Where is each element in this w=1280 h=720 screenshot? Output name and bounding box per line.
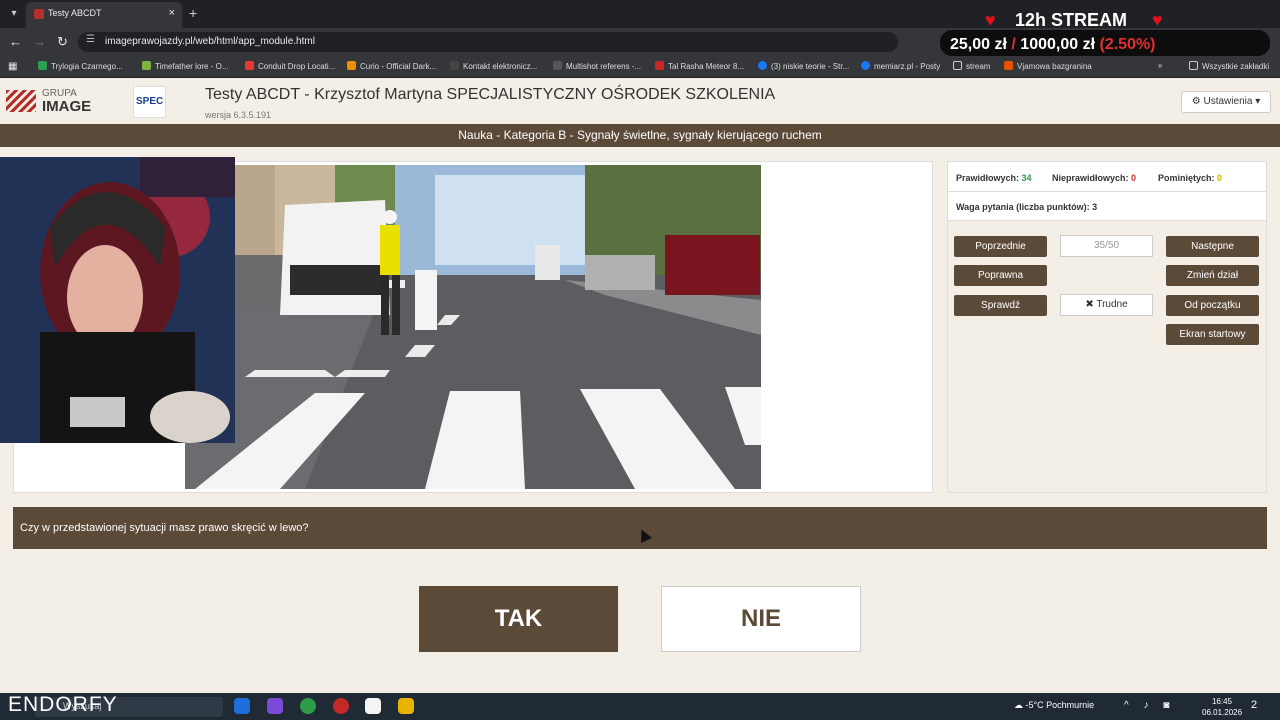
bookmark-item[interactable]: Curio - Official Dark... bbox=[347, 61, 436, 71]
bookmarks-overflow-icon[interactable]: » bbox=[1158, 61, 1162, 70]
new-tab-icon[interactable]: + bbox=[189, 5, 197, 21]
tab-title: Testy ABCDT bbox=[48, 8, 102, 18]
cloud-icon: ☁ bbox=[1014, 700, 1023, 710]
logo-stripes-icon bbox=[6, 90, 36, 112]
notifications-icon[interactable]: 2 bbox=[1251, 699, 1257, 711]
forward-icon[interactable]: → bbox=[33, 34, 46, 50]
weather-widget[interactable]: ☁ -5°C Pochmurnie bbox=[1014, 700, 1094, 711]
back-icon[interactable]: ← bbox=[9, 34, 22, 50]
show-correct-button[interactable]: Poprawna bbox=[954, 265, 1047, 286]
app-taskbar-icon[interactable] bbox=[365, 698, 381, 714]
site-info-icon[interactable]: ☰ bbox=[86, 34, 95, 45]
grupa-image-logo: GRUPA IMAGE bbox=[6, 88, 96, 116]
skipped-count: Pominiętych: 0 bbox=[1158, 173, 1223, 183]
tab-list-chevron-icon[interactable]: ▾ bbox=[6, 6, 22, 22]
app-version: wersja 6.3.5.191 bbox=[205, 110, 272, 120]
tab-favicon-icon bbox=[34, 9, 44, 19]
heart-icon: ♥ bbox=[985, 10, 996, 30]
bookmark-item[interactable]: Trylogia Czarnego... bbox=[38, 61, 123, 71]
next-button[interactable]: Następne bbox=[1166, 236, 1259, 257]
bookmark-item[interactable]: Timefather lore - O... bbox=[142, 61, 229, 71]
change-section-button[interactable]: Zmień dział bbox=[1166, 265, 1259, 286]
tab-close-icon[interactable]: × bbox=[169, 7, 175, 19]
answer-yes-button[interactable]: TAK bbox=[419, 586, 618, 652]
previous-button[interactable]: Poprzednie bbox=[954, 236, 1047, 257]
question-image bbox=[185, 165, 761, 489]
correct-count: Prawidłowych: 34 bbox=[956, 173, 1032, 183]
settings-dropdown-button[interactable]: ⚙ Ustawienia ▾ bbox=[1181, 91, 1271, 113]
score-summary: Prawidłowych: 34 Nieprawidłowych: 0 Pomi… bbox=[948, 162, 1266, 192]
app-header: GRUPA IMAGE SPEC Testy ABCDT - Krzysztof… bbox=[0, 78, 1280, 124]
caret-down-icon: ▾ bbox=[1255, 96, 1261, 107]
endorfy-logo: ENDORFY bbox=[8, 693, 118, 716]
system-tray-icons[interactable]: ^ ♪ ◙ bbox=[1124, 700, 1175, 711]
bookmarks-bar: ▦ Trylogia Czarnego... Timefather lore -… bbox=[0, 56, 1280, 78]
answer-no-button[interactable]: NIE bbox=[661, 586, 861, 652]
apps-grid-icon[interactable]: ▦ bbox=[8, 59, 17, 75]
stream-goal-amount: 25,00 zł / 1000,00 zł (2.50%) bbox=[950, 36, 1156, 53]
bookmark-item[interactable]: (3) niskie teorie - Str... bbox=[758, 61, 849, 71]
url-text[interactable]: imageprawojazdy.pl/web/html/app_module.h… bbox=[105, 36, 315, 47]
wrong-count: Nieprawidłowych: 0 bbox=[1052, 173, 1137, 183]
close-icon: ✖ bbox=[1085, 299, 1094, 310]
webcam-overlay bbox=[0, 157, 235, 443]
question-weight: Waga pytania (liczba punktów): 3 bbox=[948, 192, 1266, 221]
all-bookmarks-folder[interactable]: Wszystkie zakładki bbox=[1189, 61, 1269, 71]
browser-tab[interactable]: Testy ABCDT × bbox=[26, 2, 182, 28]
restart-button[interactable]: Od początku bbox=[1166, 295, 1259, 316]
reload-icon[interactable]: ↻ bbox=[57, 34, 68, 50]
stream-goal-overlay: ♥ 12h STREAM ♥ 25,00 zł / 1000,00 zł (2.… bbox=[895, 4, 1280, 56]
gear-icon: ⚙ bbox=[1191, 96, 1201, 107]
app-taskbar-icon[interactable] bbox=[234, 698, 250, 714]
bookmark-item[interactable]: Vjamowa bazgranina bbox=[1004, 61, 1092, 71]
start-screen-button[interactable]: Ekran startowy bbox=[1166, 324, 1259, 345]
taskbar: Wyszukaj ENDORFY ☁ -5°C Pochmurnie ^ ♪ ◙… bbox=[0, 693, 1280, 720]
hard-toggle-button[interactable]: ✖ Trudne bbox=[1060, 294, 1153, 316]
address-bar[interactable]: ☰ imageprawojazdy.pl/web/html/app_module… bbox=[78, 32, 898, 52]
bookmark-item[interactable]: Kontakt elektronicz... bbox=[450, 61, 537, 71]
stream-title: 12h STREAM bbox=[1015, 10, 1128, 30]
bookmark-item[interactable]: Conduit Drop Locati... bbox=[245, 61, 335, 71]
bookmark-item[interactable]: memiarz.pl - Posty bbox=[861, 61, 940, 71]
bookmark-folder[interactable]: stream bbox=[953, 61, 990, 71]
app-taskbar-icon[interactable] bbox=[333, 698, 349, 714]
app-taskbar-icon[interactable] bbox=[267, 698, 283, 714]
spec-logo: SPEC bbox=[133, 86, 166, 118]
check-button[interactable]: Sprawdź bbox=[954, 295, 1047, 316]
chrome-taskbar-icon[interactable] bbox=[300, 698, 316, 714]
bookmark-item[interactable]: Multishot referens -... bbox=[553, 61, 641, 71]
section-title: Nauka - Kategoria B - Sygnały świetlne, … bbox=[0, 124, 1280, 147]
file-explorer-taskbar-icon[interactable] bbox=[398, 698, 414, 714]
clock[interactable]: 16:45 06.01.2026 bbox=[1202, 696, 1242, 718]
page-title: Testy ABCDT - Krzysztof Martyna SPECJALI… bbox=[205, 86, 776, 103]
heart-icon: ♥ bbox=[1152, 10, 1163, 30]
question-counter: 35/50 bbox=[1060, 235, 1153, 257]
bookmark-item[interactable]: Tal Rasha Meteor 8... bbox=[655, 61, 744, 71]
